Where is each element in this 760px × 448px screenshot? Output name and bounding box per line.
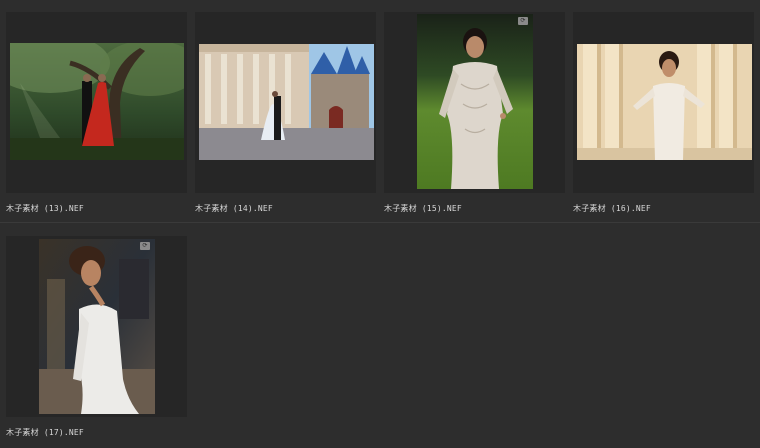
rotate-icon: ⟳	[140, 242, 150, 250]
thumbnail-tile[interactable]: ⟳	[384, 12, 565, 193]
thumbnail-tile[interactable]	[573, 12, 754, 193]
thumbnail-browser: 木子素材 (13).NEF 木子素材 (14).NEF ⟳ 木子素材 (15).…	[0, 0, 760, 448]
thumbnail-item-15[interactable]: ⟳ 木子素材 (15).NEF	[384, 12, 565, 222]
photo-thumbnail-14[interactable]	[199, 44, 374, 160]
thumbnail-filename: 木子素材 (13).NEF	[6, 204, 84, 213]
thumbnail-filename: 木子素材 (15).NEF	[384, 204, 462, 213]
thumbnail-tile[interactable]: ⟳	[6, 236, 187, 417]
photo-thumbnail-16[interactable]	[577, 44, 752, 160]
thumbnail-item-17[interactable]: ⟳ 木子素材 (17).NEF	[6, 236, 187, 446]
thumbnail-item-13[interactable]: 木子素材 (13).NEF	[6, 12, 187, 222]
photo-thumbnail-17[interactable]: ⟳	[39, 239, 155, 414]
photo-thumbnail-15[interactable]: ⟳	[417, 14, 533, 189]
thumbnail-filename: 木子素材 (17).NEF	[6, 428, 84, 437]
thumbnail-tile[interactable]	[6, 12, 187, 193]
photo-thumbnail-13[interactable]	[10, 43, 184, 160]
thumbnail-tile[interactable]	[195, 12, 376, 193]
rotate-icon: ⟳	[518, 17, 528, 25]
thumbnail-item-14[interactable]: 木子素材 (14).NEF	[195, 12, 376, 222]
thumbnail-filename: 木子素材 (14).NEF	[195, 204, 273, 213]
row-divider	[0, 222, 760, 223]
thumbnail-filename: 木子素材 (16).NEF	[573, 204, 651, 213]
thumbnail-item-16[interactable]: 木子素材 (16).NEF	[573, 12, 754, 222]
